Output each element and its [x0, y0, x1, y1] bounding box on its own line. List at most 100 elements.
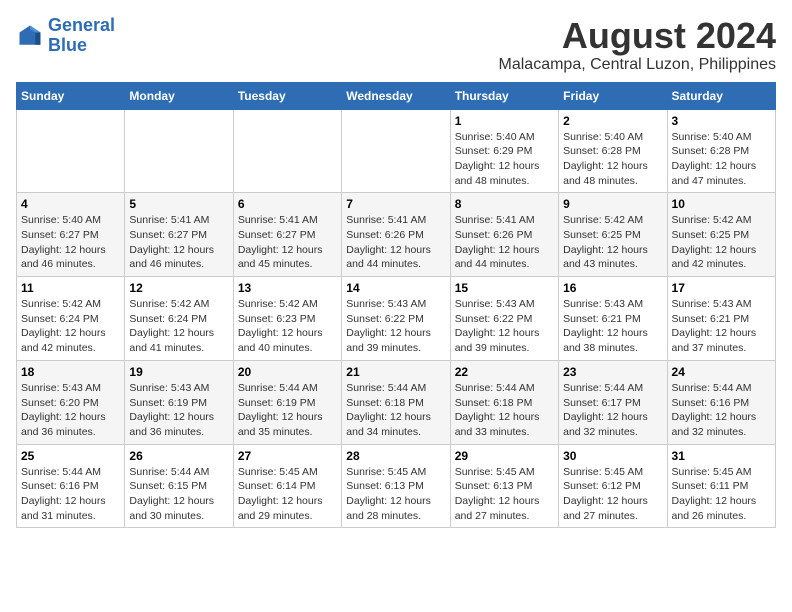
day-number: 30 [563, 449, 662, 463]
calendar-body: 1 Sunrise: 5:40 AM Sunset: 6:29 PM Daylig… [17, 109, 776, 528]
calendar-cell: 7 Sunrise: 5:41 AM Sunset: 6:26 PM Daylig… [342, 193, 450, 277]
day-number: 21 [346, 365, 445, 379]
calendar-cell: 4 Sunrise: 5:40 AM Sunset: 6:27 PM Daylig… [17, 193, 125, 277]
day-number: 15 [455, 281, 554, 295]
day-info: Sunrise: 5:41 AM Sunset: 6:27 PM Dayligh… [238, 213, 337, 272]
calendar-cell: 11 Sunrise: 5:42 AM Sunset: 6:24 PM Dayli… [17, 277, 125, 361]
day-number: 25 [21, 449, 120, 463]
calendar-week-2: 4 Sunrise: 5:40 AM Sunset: 6:27 PM Daylig… [17, 193, 776, 277]
calendar-cell [233, 109, 341, 193]
calendar-cell: 12 Sunrise: 5:42 AM Sunset: 6:24 PM Dayli… [125, 277, 233, 361]
header-cell-tuesday: Tuesday [233, 82, 341, 109]
day-number: 26 [129, 449, 228, 463]
day-number: 23 [563, 365, 662, 379]
logo: General Blue [16, 16, 115, 56]
day-info: Sunrise: 5:44 AM Sunset: 6:17 PM Dayligh… [563, 381, 662, 440]
calendar-cell: 30 Sunrise: 5:45 AM Sunset: 6:12 PM Dayli… [559, 444, 667, 528]
header-cell-saturday: Saturday [667, 82, 775, 109]
day-info: Sunrise: 5:42 AM Sunset: 6:24 PM Dayligh… [21, 297, 120, 356]
day-number: 28 [346, 449, 445, 463]
header-cell-monday: Monday [125, 82, 233, 109]
day-number: 19 [129, 365, 228, 379]
day-info: Sunrise: 5:44 AM Sunset: 6:19 PM Dayligh… [238, 381, 337, 440]
day-number: 24 [672, 365, 771, 379]
day-info: Sunrise: 5:40 AM Sunset: 6:28 PM Dayligh… [563, 130, 662, 189]
calendar-cell: 8 Sunrise: 5:41 AM Sunset: 6:26 PM Daylig… [450, 193, 558, 277]
calendar-cell [17, 109, 125, 193]
calendar-cell: 9Sunrise: 5:42 AM Sunset: 6:25 PM Daylig… [559, 193, 667, 277]
calendar-cell: 23 Sunrise: 5:44 AM Sunset: 6:17 PM Dayli… [559, 360, 667, 444]
day-number: 8 [455, 197, 554, 211]
day-info: Sunrise: 5:42 AM Sunset: 6:25 PM Dayligh… [563, 213, 662, 272]
calendar-cell: 29 Sunrise: 5:45 AM Sunset: 6:13 PM Dayli… [450, 444, 558, 528]
logo-text: General Blue [48, 16, 115, 56]
page-title: August 2024 [499, 16, 776, 56]
day-info: Sunrise: 5:42 AM Sunset: 6:25 PM Dayligh… [672, 213, 771, 272]
day-number: 20 [238, 365, 337, 379]
calendar-cell: 6 Sunrise: 5:41 AM Sunset: 6:27 PM Daylig… [233, 193, 341, 277]
day-info: Sunrise: 5:42 AM Sunset: 6:24 PM Dayligh… [129, 297, 228, 356]
day-info: Sunrise: 5:45 AM Sunset: 6:13 PM Dayligh… [346, 465, 445, 524]
day-info: Sunrise: 5:43 AM Sunset: 6:21 PM Dayligh… [672, 297, 771, 356]
logo-icon [16, 22, 44, 50]
calendar-table: SundayMondayTuesdayWednesdayThursdayFrid… [16, 82, 776, 529]
day-number: 27 [238, 449, 337, 463]
page-subtitle: Malacampa, Central Luzon, Philippines [499, 56, 776, 74]
title-block: August 2024 Malacampa, Central Luzon, Ph… [499, 16, 776, 74]
calendar-cell: 22Sunrise: 5:44 AM Sunset: 6:18 PM Dayli… [450, 360, 558, 444]
calendar-cell: 21Sunrise: 5:44 AM Sunset: 6:18 PM Dayli… [342, 360, 450, 444]
day-info: Sunrise: 5:44 AM Sunset: 6:16 PM Dayligh… [672, 381, 771, 440]
calendar-week-1: 1 Sunrise: 5:40 AM Sunset: 6:29 PM Daylig… [17, 109, 776, 193]
calendar-cell: 26Sunrise: 5:44 AM Sunset: 6:15 PM Dayli… [125, 444, 233, 528]
day-info: Sunrise: 5:43 AM Sunset: 6:21 PM Dayligh… [563, 297, 662, 356]
day-info: Sunrise: 5:40 AM Sunset: 6:29 PM Dayligh… [455, 130, 554, 189]
calendar-cell: 24 Sunrise: 5:44 AM Sunset: 6:16 PM Dayli… [667, 360, 775, 444]
day-info: Sunrise: 5:40 AM Sunset: 6:27 PM Dayligh… [21, 213, 120, 272]
header-cell-friday: Friday [559, 82, 667, 109]
calendar-cell: 27 Sunrise: 5:45 AM Sunset: 6:14 PM Dayli… [233, 444, 341, 528]
day-number: 3 [672, 114, 771, 128]
calendar-cell: 14Sunrise: 5:43 AM Sunset: 6:22 PM Dayli… [342, 277, 450, 361]
day-info: Sunrise: 5:45 AM Sunset: 6:12 PM Dayligh… [563, 465, 662, 524]
calendar-cell: 19Sunrise: 5:43 AM Sunset: 6:19 PM Dayli… [125, 360, 233, 444]
day-info: Sunrise: 5:45 AM Sunset: 6:14 PM Dayligh… [238, 465, 337, 524]
day-number: 1 [455, 114, 554, 128]
day-number: 17 [672, 281, 771, 295]
day-info: Sunrise: 5:45 AM Sunset: 6:11 PM Dayligh… [672, 465, 771, 524]
day-info: Sunrise: 5:45 AM Sunset: 6:13 PM Dayligh… [455, 465, 554, 524]
day-number: 10 [672, 197, 771, 211]
day-info: Sunrise: 5:41 AM Sunset: 6:26 PM Dayligh… [455, 213, 554, 272]
calendar-cell: 13 Sunrise: 5:42 AM Sunset: 6:23 PM Dayli… [233, 277, 341, 361]
day-info: Sunrise: 5:43 AM Sunset: 6:20 PM Dayligh… [21, 381, 120, 440]
day-number: 16 [563, 281, 662, 295]
day-number: 12 [129, 281, 228, 295]
calendar-week-5: 25 Sunrise: 5:44 AM Sunset: 6:16 PM Dayli… [17, 444, 776, 528]
header-row: SundayMondayTuesdayWednesdayThursdayFrid… [17, 82, 776, 109]
logo-line2: Blue [48, 35, 87, 55]
day-number: 6 [238, 197, 337, 211]
header-cell-sunday: Sunday [17, 82, 125, 109]
calendar-cell [125, 109, 233, 193]
day-number: 4 [21, 197, 120, 211]
day-info: Sunrise: 5:43 AM Sunset: 6:22 PM Dayligh… [346, 297, 445, 356]
day-number: 13 [238, 281, 337, 295]
day-number: 11 [21, 281, 120, 295]
calendar-cell: 1 Sunrise: 5:40 AM Sunset: 6:29 PM Daylig… [450, 109, 558, 193]
day-info: Sunrise: 5:42 AM Sunset: 6:23 PM Dayligh… [238, 297, 337, 356]
header-cell-wednesday: Wednesday [342, 82, 450, 109]
day-info: Sunrise: 5:40 AM Sunset: 6:28 PM Dayligh… [672, 130, 771, 189]
calendar-cell: 3 Sunrise: 5:40 AM Sunset: 6:28 PM Daylig… [667, 109, 775, 193]
logo-line1: General [48, 15, 115, 35]
day-number: 7 [346, 197, 445, 211]
day-info: Sunrise: 5:41 AM Sunset: 6:27 PM Dayligh… [129, 213, 228, 272]
calendar-cell: 15 Sunrise: 5:43 AM Sunset: 6:22 PM Dayli… [450, 277, 558, 361]
header-cell-thursday: Thursday [450, 82, 558, 109]
day-info: Sunrise: 5:41 AM Sunset: 6:26 PM Dayligh… [346, 213, 445, 272]
calendar-cell: 31 Sunrise: 5:45 AM Sunset: 6:11 PM Dayli… [667, 444, 775, 528]
calendar-week-4: 18 Sunrise: 5:43 AM Sunset: 6:20 PM Dayli… [17, 360, 776, 444]
day-number: 31 [672, 449, 771, 463]
day-info: Sunrise: 5:44 AM Sunset: 6:16 PM Dayligh… [21, 465, 120, 524]
day-info: Sunrise: 5:43 AM Sunset: 6:22 PM Dayligh… [455, 297, 554, 356]
day-number: 18 [21, 365, 120, 379]
day-number: 29 [455, 449, 554, 463]
